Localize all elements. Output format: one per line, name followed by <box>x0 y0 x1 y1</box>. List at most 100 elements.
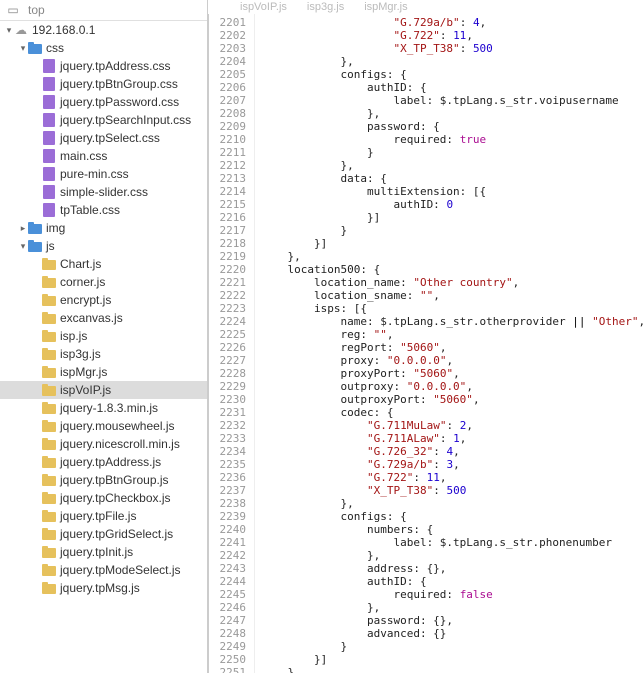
folder-icon <box>42 509 56 523</box>
tree-item-label: jquery.tpSelect.css <box>60 131 160 145</box>
tree-file[interactable]: jquery.nicescroll.min.js <box>0 435 207 453</box>
css-file-icon <box>42 113 56 127</box>
tree-item-label: isp.js <box>60 329 87 343</box>
tree-item-label: jquery.tpPassword.css <box>60 95 179 109</box>
tree-item-label: jquery.nicescroll.min.js <box>60 437 180 451</box>
tree-file[interactable]: Chart.js <box>0 255 207 273</box>
tree-item-label: jquery.tpCheckbox.js <box>60 491 171 505</box>
tree-file[interactable]: jquery.tpCheckbox.js <box>0 489 207 507</box>
css-file-icon <box>42 95 56 109</box>
css-file-icon <box>42 167 56 181</box>
tree-item-label: jquery.tpGridSelect.js <box>60 527 173 541</box>
folder-icon <box>42 311 56 325</box>
tree-file[interactable]: isp.js <box>0 327 207 345</box>
folder-icon <box>42 527 56 541</box>
file-icon: ☁ <box>14 23 28 37</box>
folder-icon <box>28 221 42 235</box>
tree-item-label: jquery.tpFile.js <box>60 509 136 523</box>
folder-icon <box>42 491 56 505</box>
tree-file[interactable]: jquery.tpAddress.css <box>0 57 207 75</box>
tree-item-label: jquery.tpInit.js <box>60 545 133 559</box>
tree-item-label: encrypt.js <box>60 293 111 307</box>
folder-icon <box>42 329 56 343</box>
twisty-icon: ▾ <box>4 25 14 36</box>
tree-item-label: tpTable.css <box>60 203 120 217</box>
tree-item-label: ispMgr.js <box>60 365 107 379</box>
css-file-icon <box>42 203 56 217</box>
tab[interactable]: isp3g.js <box>307 1 344 13</box>
tree-item-label: pure-min.css <box>60 167 129 181</box>
css-file-icon <box>42 59 56 73</box>
file-tree: ▾☁192.168.0.1▾cssjquery.tpAddress.cssjqu… <box>0 21 207 597</box>
tree-file[interactable]: tpTable.css <box>0 201 207 219</box>
tree-file[interactable]: ispMgr.js <box>0 363 207 381</box>
tree-item-label: img <box>46 221 65 235</box>
line-number-gutter: 2201 2202 2203 2204 2205 2206 2207 2208 … <box>209 14 255 673</box>
sidebar-header-label: top <box>28 3 45 17</box>
folder-icon <box>28 239 42 253</box>
tree-item-label: isp3g.js <box>60 347 101 361</box>
css-file-icon <box>42 131 56 145</box>
tree-file[interactable]: excanvas.js <box>0 309 207 327</box>
tree-file[interactable]: jquery.tpBtnGroup.js <box>0 471 207 489</box>
css-file-icon <box>42 149 56 163</box>
css-file-icon <box>42 77 56 91</box>
tree-item-label: main.css <box>60 149 107 163</box>
twisty-icon: ▸ <box>18 223 28 234</box>
sidebar: ▭ top ▾☁192.168.0.1▾cssjquery.tpAddress.… <box>0 0 208 673</box>
tree-folder-img[interactable]: ▸ img <box>0 219 207 237</box>
tree-item-label: jquery.tpMsg.js <box>60 581 140 595</box>
tree-item-label: corner.js <box>60 275 105 289</box>
tree-file[interactable]: jquery.tpFile.js <box>0 507 207 525</box>
tree-file[interactable]: jquery.tpModeSelect.js <box>0 561 207 579</box>
frame-icon: ▭ <box>6 3 20 17</box>
folder-icon <box>42 347 56 361</box>
folder-icon <box>42 437 56 451</box>
tree-item-label: jquery.tpAddress.js <box>60 455 161 469</box>
tree-item-label: Chart.js <box>60 257 101 271</box>
folder-icon <box>42 563 56 577</box>
tree-file[interactable]: jquery.mousewheel.js <box>0 417 207 435</box>
code-editor: 2201 2202 2203 2204 2205 2206 2207 2208 … <box>208 14 643 673</box>
code-content[interactable]: "G.729a/b": 4, "G.722": 11, "X_TP_T38": … <box>255 14 643 673</box>
tree-item-label: jquery.mousewheel.js <box>60 419 175 433</box>
tree-folder-css[interactable]: ▾css <box>0 39 207 57</box>
tree-file[interactable]: isp3g.js <box>0 345 207 363</box>
editor-tabs: ispVoIP.js isp3g.js ispMgr.js <box>210 0 643 14</box>
tab[interactable]: ispMgr.js <box>364 1 407 13</box>
tree-item-label: simple-slider.css <box>60 185 148 199</box>
tree-file[interactable]: jquery.tpInit.js <box>0 543 207 561</box>
tree-file[interactable]: jquery.tpSearchInput.css <box>0 111 207 129</box>
tree-file[interactable]: jquery.tpAddress.js <box>0 453 207 471</box>
tree-file[interactable]: pure-min.css <box>0 165 207 183</box>
tree-file[interactable]: ispVoIP.js <box>0 381 207 399</box>
twisty-icon: ▾ <box>18 241 28 252</box>
tree-file[interactable]: encrypt.js <box>0 291 207 309</box>
tree-file[interactable]: main.css <box>0 147 207 165</box>
tree-file[interactable]: jquery.tpPassword.css <box>0 93 207 111</box>
tree-folder-js[interactable]: ▾ js <box>0 237 207 255</box>
tree-item-label: css <box>46 41 64 55</box>
folder-icon <box>42 365 56 379</box>
folder-icon <box>42 293 56 307</box>
folder-icon <box>42 275 56 289</box>
tree-file[interactable]: jquery.tpMsg.js <box>0 579 207 597</box>
tab[interactable]: ispVoIP.js <box>240 1 287 13</box>
tree-file[interactable]: jquery.tpGridSelect.js <box>0 525 207 543</box>
folder-icon <box>42 455 56 469</box>
css-file-icon <box>42 185 56 199</box>
folder-icon <box>42 545 56 559</box>
tree-file[interactable]: jquery-1.8.3.min.js <box>0 399 207 417</box>
folder-icon <box>42 473 56 487</box>
tree-file[interactable]: corner.js <box>0 273 207 291</box>
tree-item-label: js <box>46 239 55 253</box>
tree-file[interactable]: simple-slider.css <box>0 183 207 201</box>
folder-icon <box>42 257 56 271</box>
folder-icon <box>42 581 56 595</box>
tree-file[interactable]: jquery.tpSelect.css <box>0 129 207 147</box>
tree-file[interactable]: jquery.tpBtnGroup.css <box>0 75 207 93</box>
tree-item-label: jquery.tpAddress.css <box>60 59 171 73</box>
sidebar-header: ▭ top <box>0 0 207 21</box>
folder-icon <box>42 419 56 433</box>
tree-root[interactable]: ▾☁192.168.0.1 <box>0 21 207 39</box>
